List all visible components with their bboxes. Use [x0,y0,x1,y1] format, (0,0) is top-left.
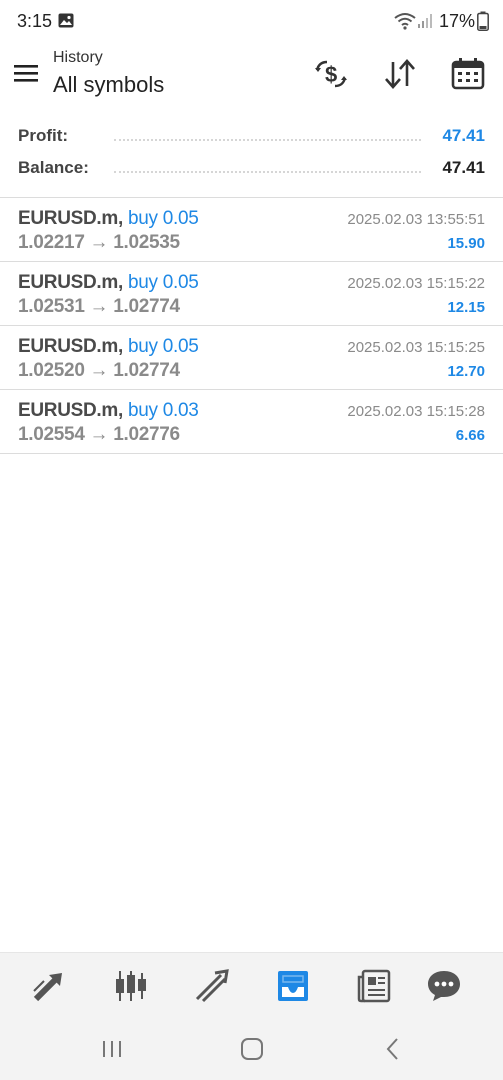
dotted-leader [114,171,421,173]
deal-prices: 1.02520 → 1.02774 [18,360,180,381]
balance-value: 47.41 [442,158,485,177]
balance-label: Balance: [18,158,89,177]
deal-time: 2025.02.03 13:55:51 [347,211,485,228]
system-navigation-bar [0,1018,503,1080]
gallery-notification-icon [58,13,74,28]
list-item[interactable]: EURUSD.m, buy 0.05 1.02520 → 1.02774 202… [0,326,503,390]
history-icon[interactable] [274,967,312,1005]
list-item[interactable]: EURUSD.m, buy 0.05 1.02217 → 1.02535 202… [0,198,503,262]
deal-prices: 1.02554 → 1.02776 [18,424,180,445]
quotes-icon[interactable] [30,967,68,1005]
bottom-navigation [0,952,503,1018]
deal-symbol-line: EURUSD.m, buy 0.03 [18,400,199,421]
sort-icon[interactable] [382,56,418,92]
news-icon[interactable] [355,967,393,1005]
deal-symbol: EURUSD.m [18,336,119,357]
deal-prices: 1.02217 → 1.02535 [18,232,180,253]
deal-action: buy 0.05 [127,336,199,357]
deal-profit: 6.66 [455,427,485,444]
balance-summary: Balance: 47.41 [18,156,485,182]
home-icon[interactable] [237,1034,267,1064]
page-title[interactable]: All symbols [53,72,164,98]
profit-summary: Profit: 47.41 [18,124,485,150]
deal-symbol-line: EURUSD.m, buy 0.05 [18,208,199,229]
chat-icon[interactable] [425,967,463,1005]
battery-level: 17% [439,11,476,31]
menu-icon[interactable] [13,62,39,84]
deal-time: 2025.02.03 15:15:28 [347,403,485,420]
profit-label: Profit: [18,126,69,145]
deal-time: 2025.02.03 15:15:25 [347,339,485,356]
recent-apps-icon[interactable] [97,1034,127,1064]
calendar-icon[interactable] [450,56,486,92]
deal-symbol-line: EURUSD.m, buy 0.05 [18,272,199,293]
header-subtitle: History [53,49,103,66]
status-bar: 3:15 17% [0,0,503,44]
back-icon[interactable] [378,1034,408,1064]
list-item[interactable]: EURUSD.m, buy 0.05 1.02531 → 1.02774 202… [0,262,503,326]
deal-prices: 1.02531 → 1.02774 [18,296,180,317]
deal-symbol: EURUSD.m [18,208,119,229]
profit-value: 47.41 [442,126,485,145]
signal-icon [418,14,432,28]
deal-symbol: EURUSD.m [18,400,119,421]
currency-exchange-icon[interactable]: $ [313,56,349,92]
deal-profit: 12.70 [447,363,485,380]
battery-icon [477,11,489,31]
svg-text:$: $ [325,62,337,87]
deal-action: buy 0.03 [127,400,199,421]
deal-profit: 15.90 [447,235,485,252]
deal-symbol-line: EURUSD.m, buy 0.05 [18,336,199,357]
deal-time: 2025.02.03 15:15:22 [347,275,485,292]
wifi-icon [394,13,416,30]
dotted-leader [114,139,421,141]
chart-icon[interactable] [112,967,150,1005]
list-item[interactable]: EURUSD.m, buy 0.03 1.02554 → 1.02776 202… [0,390,503,454]
deal-symbol: EURUSD.m [18,272,119,293]
deal-list: EURUSD.m, buy 0.05 1.02217 → 1.02535 202… [0,197,503,454]
app-header: History All symbols $ [0,44,503,108]
deal-action: buy 0.05 [127,272,199,293]
deal-profit: 12.15 [447,299,485,316]
deal-action: buy 0.05 [127,208,199,229]
status-time: 3:15 [17,11,53,31]
trade-icon[interactable] [193,967,231,1005]
